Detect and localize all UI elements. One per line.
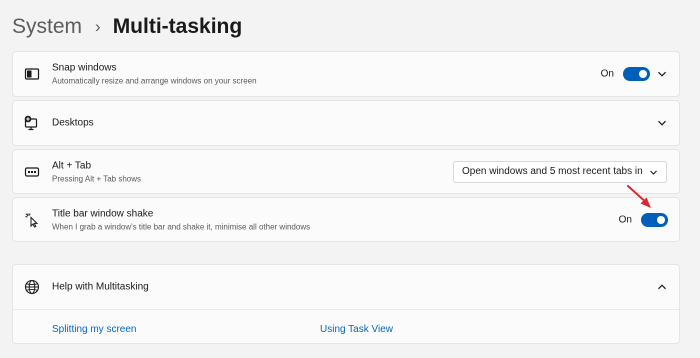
desktops-icon	[24, 115, 40, 131]
setting-title: Desktops	[52, 117, 94, 129]
snap-windows-toggle[interactable]	[623, 67, 650, 81]
breadcrumb-separator: ›	[95, 17, 101, 36]
snap-windows-icon	[24, 66, 40, 82]
help-header[interactable]: Help with Multitasking	[13, 265, 679, 310]
alt-tab-dropdown[interactable]: Open windows and 5 most recent tabs in M	[453, 160, 667, 183]
setting-description: Pressing Alt + Tab shows	[52, 174, 142, 183]
breadcrumb: System › Multi-tasking	[12, 12, 242, 42]
help-title: Help with Multitasking	[52, 281, 149, 293]
setting-title: Title bar window shake	[52, 208, 154, 219]
alt-tab-icon	[24, 164, 40, 180]
chevron-down-icon[interactable]	[657, 118, 667, 128]
window-shake-icon	[24, 212, 40, 228]
breadcrumb-parent-system[interactable]: System	[12, 15, 82, 39]
dropdown-selected-value: Open windows and 5 most recent tabs in M	[462, 166, 646, 177]
setting-desktops[interactable]: Desktops	[12, 100, 680, 146]
link-splitting-my-screen[interactable]: Splitting my screen	[52, 324, 136, 335]
toggle-state-label: On	[618, 214, 632, 225]
title-bar-shake-toggle[interactable]	[641, 212, 668, 227]
chevron-up-icon[interactable]	[657, 282, 667, 292]
setting-title: Alt + Tab	[52, 160, 92, 171]
link-using-task-view[interactable]: Using Task View	[320, 324, 393, 335]
annotation-arrow	[627, 185, 651, 208]
chevron-down-icon[interactable]	[657, 69, 667, 79]
setting-title-bar-window-shake: Title bar window shake When I grab a win…	[12, 197, 680, 242]
setting-title: Snap windows	[52, 62, 117, 74]
setting-description: Automatically resize and arrange windows…	[52, 76, 257, 86]
setting-snap-windows[interactable]: Snap windows Automatically resize and ar…	[12, 51, 680, 97]
globe-icon	[24, 279, 40, 295]
page-title: Multi-tasking	[112, 15, 243, 38]
help-section: Help with Multitasking Splitting my scre…	[12, 264, 680, 344]
toggle-state-label: On	[600, 68, 614, 80]
chevron-down-icon	[649, 168, 658, 177]
setting-alt-tab: Alt + Tab Pressing Alt + Tab shows Open …	[12, 149, 680, 194]
setting-description: When I grab a window's title bar and sha…	[52, 222, 311, 231]
